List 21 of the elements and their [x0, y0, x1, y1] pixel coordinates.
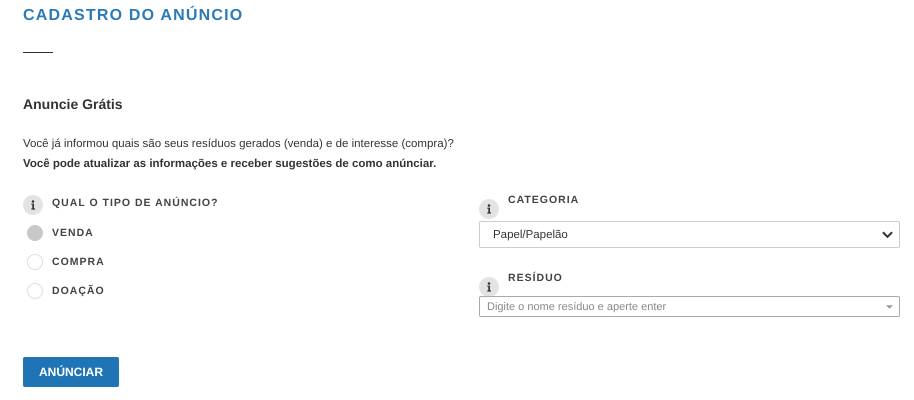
- submit-button[interactable]: ANÚNCIAR: [23, 357, 119, 387]
- info-icon[interactable]: [23, 195, 43, 215]
- page-title: CADASTRO DO ANÚNCIO: [23, 6, 244, 26]
- radio-label[interactable]: COMPRA: [52, 256, 105, 268]
- info-icon[interactable]: [479, 199, 499, 219]
- radio-button[interactable]: [27, 254, 43, 270]
- radio-label[interactable]: DOAÇÃO: [52, 284, 105, 296]
- radio-button[interactable]: [27, 224, 43, 240]
- radio-label[interactable]: VENDA: [52, 226, 94, 238]
- field-label: QUAL O TIPO DE ANÚNCIO?: [52, 197, 219, 209]
- caret-icon: [886, 305, 893, 309]
- intro-text: Você já informou quais são seus resíduos gerados (venda) e de interesse (compra)?: [23, 137, 455, 152]
- field-label: RESÍDUO: [508, 272, 563, 284]
- category-select[interactable]: Papel/Papelão: [479, 221, 900, 248]
- info-icon[interactable]: [479, 277, 499, 297]
- residue-input[interactable]: Digite o nome resíduo e aperte enter: [479, 296, 900, 317]
- field-label: CATEGORIA: [508, 194, 580, 206]
- section-heading: Anuncie Grátis: [23, 95, 124, 113]
- radio-button[interactable]: [27, 282, 43, 298]
- chevron-down-icon: [882, 230, 893, 238]
- intro-text: Você pode atualizar as informações e receber sugestões de como anúnciar.: [23, 157, 438, 172]
